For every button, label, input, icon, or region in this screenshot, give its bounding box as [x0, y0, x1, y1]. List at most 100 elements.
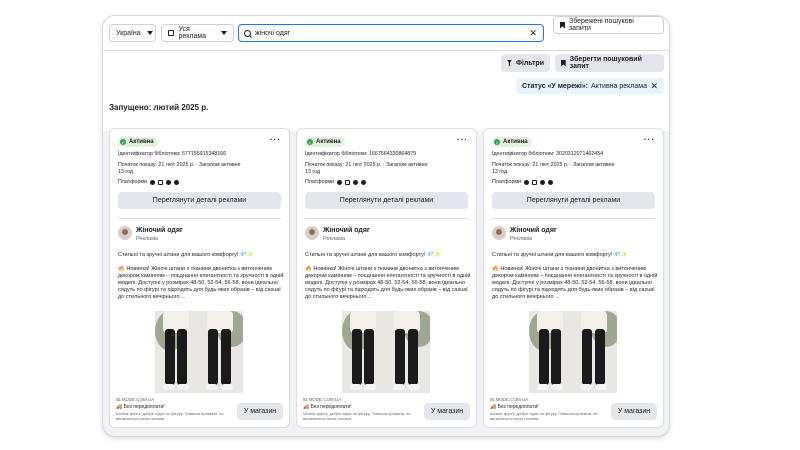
more-options-icon[interactable]: ···	[644, 135, 655, 144]
ad-headline-text: Стильні та зручні штани для вашого комфо…	[118, 252, 254, 258]
search-icon	[244, 29, 251, 37]
view-ad-details-button[interactable]: Переглянути деталі реклами	[492, 192, 655, 209]
instagram-icon	[158, 179, 164, 185]
start-date: Початок показу: 21 лют 2025 р. · Загалом…	[118, 162, 241, 168]
status-badge: ✓ Активна	[118, 137, 158, 147]
ad-body-text: 🔥 Новинка! Жіночі штани з тканини двонит…	[118, 266, 284, 300]
messenger-icon	[361, 179, 367, 185]
more-options-icon[interactable]: ···	[457, 135, 468, 144]
platforms-label: Платформи	[305, 179, 335, 185]
close-icon[interactable]: ✕	[650, 81, 658, 91]
site-domain: IB.MODE.COM.UA	[303, 397, 342, 402]
filter-bar: Україна Уся реклама жіночі одяг ✕ Збереж…	[103, 16, 669, 51]
ad-image[interactable]	[529, 311, 617, 393]
chevron-down-icon	[221, 31, 227, 35]
instagram-icon	[532, 179, 538, 185]
ad-link-title: 🚚 Без передоплати!	[116, 404, 165, 410]
view-ad-details-button[interactable]: Переглянути деталі реклами	[305, 192, 468, 209]
platforms-label: Платформи	[118, 179, 148, 185]
site-domain: IB.MODE.COM.UA	[116, 397, 155, 402]
platforms: Платформи	[305, 179, 367, 185]
country-value: Україна	[116, 29, 141, 37]
ad-headline-text: Стильні та зручні штани для вашого комфо…	[305, 252, 441, 258]
status-label: Активна	[316, 139, 341, 145]
country-select[interactable]: Україна	[109, 24, 156, 42]
facebook-icon	[337, 179, 343, 185]
ad-link-description: Штани зручні, добре сідає по фігуру. Тка…	[303, 411, 411, 421]
start-date: Початок показу: 21 лют 2025 р. · Загалом…	[305, 162, 428, 168]
platforms: Платформи	[118, 179, 180, 185]
active-duration: 13 год	[492, 169, 508, 175]
shop-now-button[interactable]: У магазин	[424, 403, 470, 420]
shop-now-button[interactable]: У магазин	[611, 403, 657, 420]
library-id: Ідентифікатор бібліотеки: 30203120714624…	[492, 151, 604, 157]
avatar[interactable]	[305, 226, 319, 240]
bookmark-icon	[561, 59, 566, 67]
site-domain: IB.MODE.COM.UA	[490, 397, 529, 402]
facebook-icon	[150, 179, 156, 185]
check-icon: ✓	[494, 139, 500, 145]
divider	[305, 218, 468, 219]
filters-button[interactable]: Фільтри	[501, 54, 550, 72]
library-id: Ідентифікатор бібліотеки: 57715591534816…	[118, 151, 227, 157]
ad-body-text: 🔥 Новинка! Жіночі штани з тканини двонит…	[492, 266, 658, 300]
view-ad-details-button[interactable]: Переглянути деталі реклами	[118, 192, 281, 209]
messenger-icon	[548, 179, 554, 185]
more-options-icon[interactable]: ···	[270, 135, 281, 144]
audience-network-icon	[166, 179, 172, 185]
ad-link-title: 🚚 Без передоплати!	[490, 404, 539, 410]
close-icon[interactable]: ✕	[529, 28, 537, 38]
avatar[interactable]	[118, 226, 132, 240]
ad-category-value: Уся реклама	[178, 26, 207, 40]
audience-network-icon	[540, 179, 546, 185]
status-label: Активна	[503, 139, 528, 145]
ad-image[interactable]	[155, 311, 243, 393]
check-icon: ✓	[307, 139, 313, 145]
bookmark-icon	[560, 21, 565, 29]
instagram-icon	[345, 179, 351, 185]
ad-category-select[interactable]: Уся реклама	[161, 24, 234, 42]
status-label: Активна	[129, 139, 154, 145]
ad-image[interactable]	[342, 311, 430, 393]
saved-searches-button[interactable]: Збережені пошукові запити	[553, 16, 664, 34]
page-name[interactable]: Жіночий одяг	[136, 227, 183, 234]
active-duration: 13 год	[305, 169, 321, 175]
avatar[interactable]	[492, 226, 506, 240]
library-id: Ідентифікатор бібліотеки: 16675643308648…	[305, 151, 417, 157]
search-value: жіночі одяг	[255, 29, 291, 37]
filter-icon	[507, 59, 512, 67]
sponsored-label: Реклама	[510, 236, 533, 242]
start-date: Початок показу: 21 лют 2025 р. · Загалом…	[492, 162, 615, 168]
ad-body-text: 🔥 Новинка! Жіночі штани з тканини двонит…	[305, 266, 471, 300]
platforms-label: Платформи	[492, 179, 522, 185]
sponsored-label: Реклама	[136, 236, 159, 242]
platforms: Платформи	[492, 179, 554, 185]
ad-link-description: Штани зручні, добре сідає по фігуру. Тка…	[116, 411, 224, 421]
ad-link-title: 🚚 Без передоплати!	[303, 404, 352, 410]
status-badge: ✓ Активна	[492, 137, 532, 147]
messenger-icon	[174, 179, 180, 185]
facebook-icon	[524, 179, 530, 185]
audience-network-icon	[353, 179, 359, 185]
search-input[interactable]: жіночі одяг ✕	[238, 24, 544, 42]
chevron-down-icon	[146, 31, 153, 35]
ad-headline-text: Стильні та зручні штани для вашого комфо…	[492, 252, 628, 258]
tv-icon	[168, 30, 175, 36]
divider	[118, 218, 281, 219]
sponsored-label: Реклама	[323, 236, 346, 242]
page-name[interactable]: Жіночий одяг	[510, 227, 557, 234]
ad-card: ✓ Активна ··· Ідентифікатор бібліотеки: …	[296, 128, 477, 428]
page-name[interactable]: Жіночий одяг	[323, 227, 370, 234]
ad-card: ✓ Активна ··· Ідентифікатор бібліотеки: …	[483, 128, 664, 428]
launched-heading: Запущено: лютий 2025 р.	[109, 103, 209, 112]
divider	[492, 218, 655, 219]
shop-now-button[interactable]: У магазин	[237, 403, 283, 420]
check-icon: ✓	[120, 139, 126, 145]
active-duration: 13 год	[118, 169, 134, 175]
ad-card: ✓ Активна ··· Ідентифікатор бібліотеки: …	[109, 128, 290, 428]
ad-library-window: Україна Уся реклама жіночі одяг ✕ Збереж…	[103, 16, 669, 436]
ad-link-description: Штани зручні, добре сідає по фігуру. Тка…	[490, 411, 598, 421]
status-badge: ✓ Активна	[305, 137, 345, 147]
status-filter-chip[interactable]: Статус «У мережі»: Активна реклама ✕	[516, 78, 664, 94]
save-search-button[interactable]: Зберегти пошуковий запит	[555, 54, 664, 72]
